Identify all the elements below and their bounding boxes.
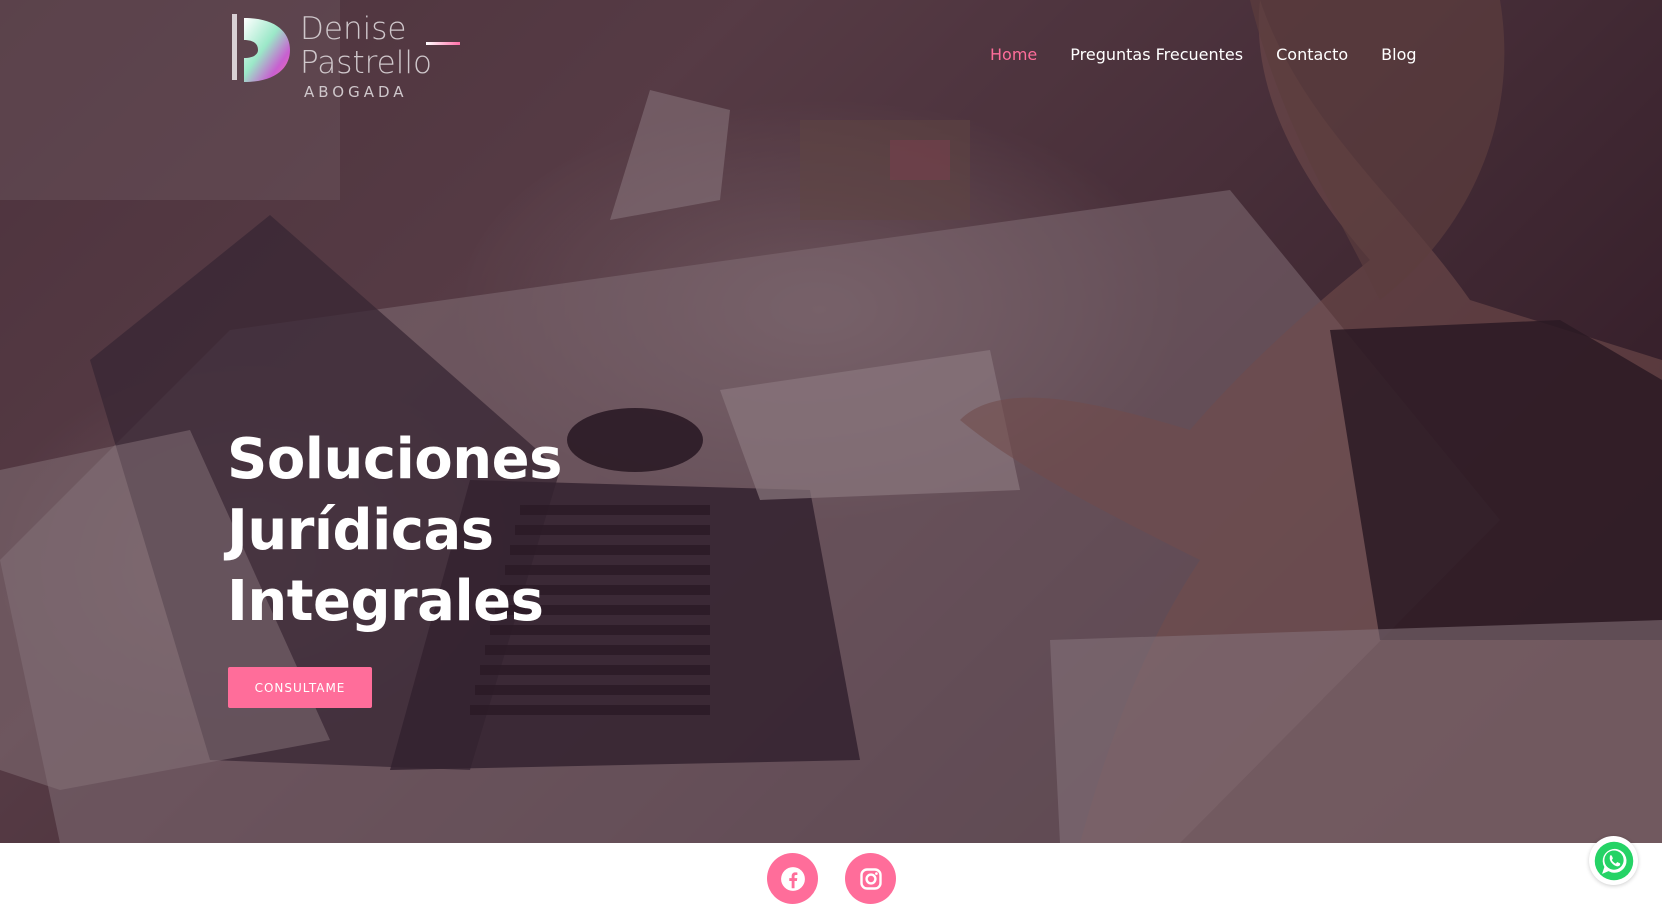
brand-underscore-decoration (426, 42, 460, 45)
nav-item-preguntas-frecuentes[interactable]: Preguntas Frecuentes (1070, 45, 1243, 64)
nav-item-contacto[interactable]: Contacto (1276, 45, 1348, 64)
instagram-button[interactable] (845, 853, 896, 904)
whatsapp-floating-button[interactable] (1589, 836, 1638, 885)
facebook-icon (780, 866, 805, 891)
hero-dark-overlay (0, 0, 1662, 843)
brand-name-line1: Denise (300, 11, 407, 47)
main-navigation: Home Preguntas Frecuentes Contacto Blog (990, 45, 1450, 64)
brand-subtitle: ABOGADA (304, 83, 408, 101)
hero-title-line1: Soluciones (227, 427, 562, 492)
facebook-button[interactable] (767, 853, 818, 904)
nav-item-home[interactable]: Home (990, 45, 1037, 64)
instagram-icon (859, 867, 882, 890)
hero-section: Denise Pastrello ABOGADA Home Preguntas … (0, 0, 1662, 843)
hero-title: Soluciones Jurídicas Integrales (227, 424, 747, 637)
logo-d-mark-icon (232, 14, 290, 82)
brand-name-line2: Pastrello (300, 45, 432, 81)
hero-title-line3: Integrales (227, 569, 544, 634)
brand-name: Denise Pastrello (300, 12, 432, 80)
nav-item-blog[interactable]: Blog (1381, 45, 1416, 64)
consultame-button[interactable]: CONSULTAME (228, 667, 372, 708)
whatsapp-icon (1594, 841, 1633, 880)
brand-logo[interactable]: Denise Pastrello ABOGADA (230, 12, 460, 102)
hero-title-line2: Jurídicas (227, 498, 494, 563)
social-links (767, 853, 896, 904)
